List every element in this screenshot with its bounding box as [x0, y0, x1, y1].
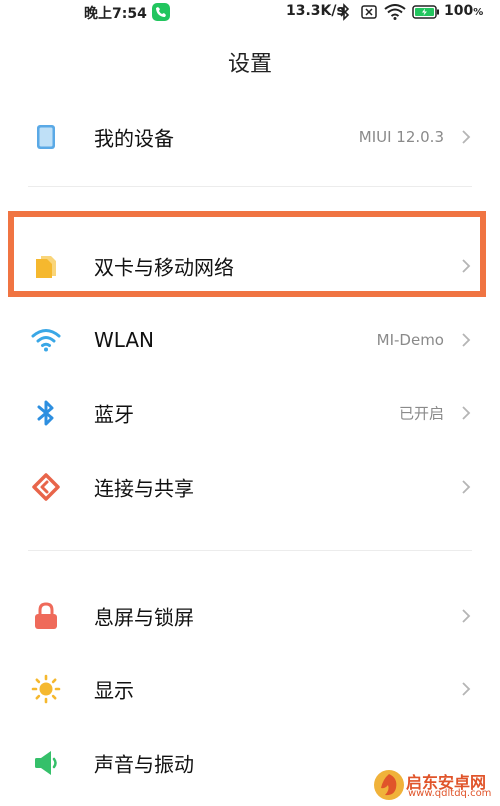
settings-item-display[interactable]: 显示 — [0, 657, 500, 721]
settings-item-wlan[interactable]: WLAN MI-Demo — [0, 308, 500, 372]
wifi-icon — [384, 4, 406, 20]
bluetooth-icon — [30, 397, 62, 429]
settings-item-value: MI-Demo — [376, 331, 444, 349]
network-speed: 13.3K/s — [286, 3, 345, 19]
watermark-logo-icon — [372, 768, 406, 802]
status-time: 晚上7:54 — [84, 6, 147, 22]
brightness-icon — [30, 673, 62, 705]
device-icon — [30, 121, 62, 153]
settings-item-label: 蓝牙 — [94, 402, 134, 427]
highlight-box — [8, 211, 486, 297]
settings-item-connection-sharing[interactable]: 连接与共享 — [0, 455, 500, 519]
settings-item-my-device[interactable]: 我的设备 MIUI 12.0.3 — [0, 105, 500, 169]
battery-percent: 100% — [444, 3, 484, 19]
settings-item-value: 已开启 — [398, 404, 444, 423]
battery-charging-icon — [412, 5, 440, 19]
chevron-right-icon — [460, 331, 472, 349]
settings-item-label: 连接与共享 — [94, 476, 194, 501]
wifi-icon — [30, 324, 62, 356]
watermark: 启东安卓网 www.qdltdq.com — [372, 768, 500, 802]
page-title: 设置 — [227, 52, 272, 77]
settings-item-label: WLAN — [94, 328, 155, 352]
settings-item-label: 息屏与锁屏 — [94, 605, 194, 630]
speaker-icon — [30, 747, 62, 779]
settings-item-value: MIUI 12.0.3 — [358, 128, 444, 146]
lock-icon — [30, 600, 62, 632]
settings-item-label: 显示 — [94, 678, 134, 703]
chevron-right-icon — [460, 128, 472, 146]
settings-item-label: 声音与振动 — [94, 752, 194, 777]
settings-item-bluetooth[interactable]: 蓝牙 已开启 — [0, 381, 500, 445]
call-icon — [152, 3, 170, 21]
chevron-right-icon — [460, 478, 472, 496]
chevron-right-icon — [460, 404, 472, 422]
section-divider — [28, 186, 472, 187]
settings-item-label: 我的设备 — [94, 126, 174, 151]
status-bar: 晚上7:54 13.3K/s 100% — [0, 0, 500, 26]
watermark-url: www.qdltdq.com — [408, 788, 492, 799]
no-sim-icon — [361, 5, 377, 19]
settings-item-screen-lock[interactable]: 息屏与锁屏 — [0, 584, 500, 648]
chevron-right-icon — [460, 607, 472, 625]
bluetooth-icon — [338, 3, 352, 21]
section-divider — [28, 550, 472, 551]
chevron-right-icon — [460, 680, 472, 698]
share-icon — [30, 471, 62, 503]
